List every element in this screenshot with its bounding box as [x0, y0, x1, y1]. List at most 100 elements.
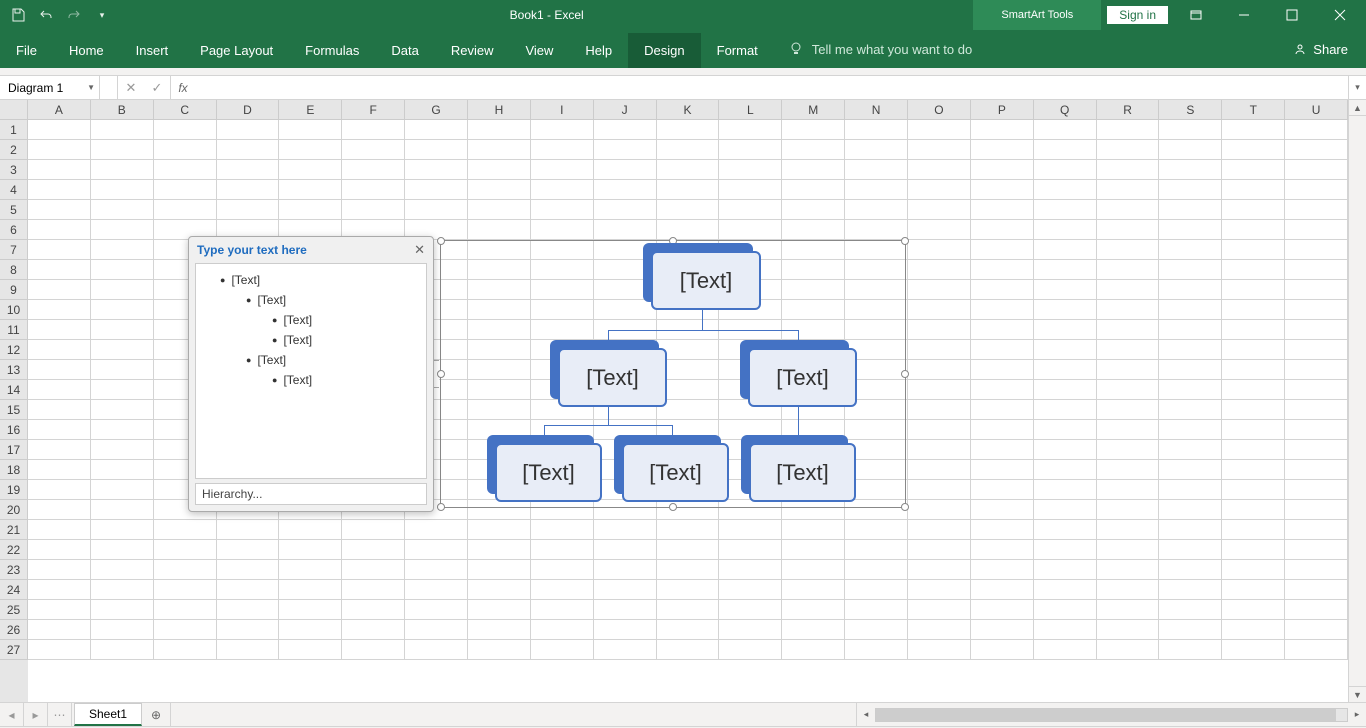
cell[interactable] — [971, 640, 1034, 660]
cell[interactable] — [405, 520, 468, 540]
cell[interactable] — [28, 160, 91, 180]
cell[interactable] — [1222, 240, 1285, 260]
cell[interactable] — [531, 560, 594, 580]
cell[interactable] — [531, 120, 594, 140]
cell[interactable] — [1285, 600, 1348, 620]
cell[interactable] — [782, 180, 845, 200]
smartart-node-text[interactable]: [Text] — [749, 443, 856, 502]
cell[interactable] — [1222, 360, 1285, 380]
cell[interactable] — [1159, 240, 1222, 260]
cell[interactable] — [279, 580, 342, 600]
cell[interactable] — [782, 640, 845, 660]
cell[interactable] — [1222, 200, 1285, 220]
cell[interactable] — [342, 520, 405, 540]
cell[interactable] — [91, 200, 154, 220]
cell[interactable] — [908, 600, 971, 620]
cell[interactable] — [971, 420, 1034, 440]
cell[interactable] — [1034, 260, 1097, 280]
cell[interactable] — [217, 160, 280, 180]
cell[interactable] — [1159, 140, 1222, 160]
sheet-tab[interactable]: Sheet1 — [74, 703, 142, 726]
cell[interactable] — [91, 140, 154, 160]
cell[interactable] — [594, 160, 657, 180]
cell[interactable] — [217, 120, 280, 140]
cell[interactable] — [154, 180, 217, 200]
cell[interactable] — [279, 200, 342, 220]
cell[interactable] — [28, 420, 91, 440]
cell[interactable] — [1034, 540, 1097, 560]
text-pane-footer[interactable]: Hierarchy... — [195, 483, 427, 505]
cell[interactable] — [28, 360, 91, 380]
cell[interactable] — [1285, 140, 1348, 160]
cell[interactable] — [531, 160, 594, 180]
cell[interactable] — [1097, 340, 1160, 360]
cell[interactable] — [782, 600, 845, 620]
cell[interactable] — [908, 540, 971, 560]
cell[interactable] — [1159, 380, 1222, 400]
cell[interactable] — [405, 540, 468, 560]
cell[interactable] — [91, 260, 154, 280]
cell[interactable] — [342, 120, 405, 140]
share-button[interactable]: Share — [1275, 30, 1366, 68]
text-pane-item[interactable]: ●[Text] — [200, 310, 422, 330]
cell[interactable] — [594, 600, 657, 620]
cell[interactable] — [594, 640, 657, 660]
cell[interactable] — [468, 180, 531, 200]
column-header[interactable]: M — [782, 100, 845, 120]
cell[interactable] — [908, 500, 971, 520]
cell[interactable] — [1285, 500, 1348, 520]
cell[interactable] — [971, 480, 1034, 500]
cell[interactable] — [1097, 220, 1160, 240]
text-pane-item[interactable]: ●[Text] — [200, 330, 422, 350]
cell[interactable] — [908, 420, 971, 440]
name-box-dropdown-icon[interactable]: ▼ — [87, 83, 95, 92]
cell[interactable] — [1159, 440, 1222, 460]
text-pane-item[interactable]: ●[Text] — [200, 350, 422, 370]
horizontal-scrollbar[interactable]: ◂ ▸ — [856, 703, 1366, 726]
ribbon-tab-design[interactable]: Design — [628, 33, 700, 68]
ribbon-tab-format[interactable]: Format — [701, 33, 774, 68]
cell[interactable] — [594, 520, 657, 540]
cell[interactable] — [908, 640, 971, 660]
ribbon-tab-review[interactable]: Review — [435, 33, 510, 68]
cell[interactable] — [91, 320, 154, 340]
scroll-down-icon[interactable]: ▼ — [1349, 686, 1366, 702]
cell[interactable] — [657, 180, 720, 200]
cell[interactable] — [28, 500, 91, 520]
smartart-node-text[interactable]: [Text] — [495, 443, 602, 502]
cell[interactable] — [1222, 400, 1285, 420]
cell[interactable] — [657, 120, 720, 140]
cell[interactable] — [908, 300, 971, 320]
cell[interactable] — [908, 380, 971, 400]
undo-icon[interactable] — [34, 3, 58, 27]
cell[interactable] — [845, 160, 908, 180]
row-header[interactable]: 18 — [0, 460, 28, 480]
cell[interactable] — [91, 220, 154, 240]
column-header[interactable]: U — [1285, 100, 1348, 120]
cell[interactable] — [154, 600, 217, 620]
worksheet-grid[interactable]: ABCDEFGHIJKLMNOPQRSTU 123456789101112131… — [0, 100, 1366, 702]
cell[interactable] — [1034, 220, 1097, 240]
cell[interactable] — [468, 160, 531, 180]
cell[interactable] — [468, 640, 531, 660]
row-header[interactable]: 9 — [0, 280, 28, 300]
cell[interactable] — [1285, 360, 1348, 380]
enter-formula-icon[interactable]: ✓ — [144, 80, 170, 96]
cell[interactable] — [971, 560, 1034, 580]
cell[interactable] — [28, 380, 91, 400]
column-header[interactable]: T — [1222, 100, 1285, 120]
row-header[interactable]: 1 — [0, 120, 28, 140]
smartart-node-text[interactable]: [Text] — [558, 348, 667, 407]
cell[interactable] — [531, 180, 594, 200]
cell[interactable] — [1159, 120, 1222, 140]
cell[interactable] — [845, 200, 908, 220]
scroll-left-icon[interactable]: ◂ — [857, 709, 875, 720]
cell[interactable] — [719, 640, 782, 660]
cell[interactable] — [217, 580, 280, 600]
cell[interactable] — [657, 220, 720, 240]
row-header[interactable]: 10 — [0, 300, 28, 320]
hscroll-track[interactable] — [875, 708, 1348, 722]
cell[interactable] — [279, 620, 342, 640]
cell[interactable] — [971, 240, 1034, 260]
ribbon-tab-help[interactable]: Help — [569, 33, 628, 68]
